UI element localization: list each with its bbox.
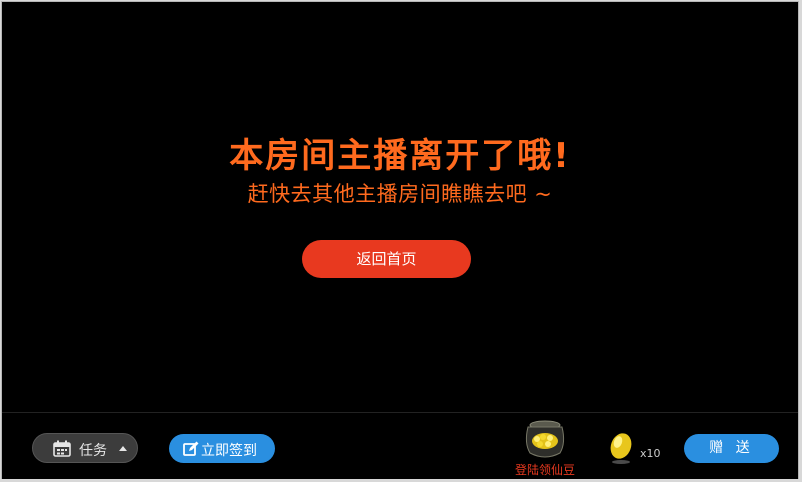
edit-icon — [183, 441, 199, 461]
bottom-toolbar: 任务 立即签到 登陆领仙豆 x10 赠 送 — [2, 412, 798, 479]
pot-label: 登陆领仙豆 — [514, 463, 575, 477]
task-button[interactable]: 任务 — [32, 433, 138, 463]
offline-headline: 本房间主播离开了哦! — [229, 136, 571, 176]
task-label: 任务 — [79, 443, 107, 459]
live-room-window: 本房间主播离开了哦! 赶快去其他主播房间瞧瞧去吧 ~ 返回首页 任务 立即签到 … — [1, 1, 799, 479]
return-home-button[interactable]: 返回首页 — [302, 240, 471, 278]
bean-count: x10 — [640, 447, 661, 460]
gift-button[interactable]: 赠 送 — [684, 434, 779, 463]
signin-button[interactable]: 立即签到 — [169, 434, 275, 463]
signin-label: 立即签到 — [201, 443, 257, 459]
bean-icon — [610, 433, 632, 464]
bean-counter: x10 — [606, 431, 666, 467]
offline-subline: 赶快去其他主播房间瞧瞧去吧 ~ — [247, 182, 553, 206]
calendar-icon — [53, 440, 71, 461]
bean-pot-icon — [525, 420, 565, 458]
offline-stage: 本房间主播离开了哦! 赶快去其他主播房间瞧瞧去吧 ~ 返回首页 — [2, 2, 798, 412]
caret-up-icon — [119, 446, 127, 451]
bean-pot[interactable]: 登陆领仙豆 — [510, 417, 580, 477]
